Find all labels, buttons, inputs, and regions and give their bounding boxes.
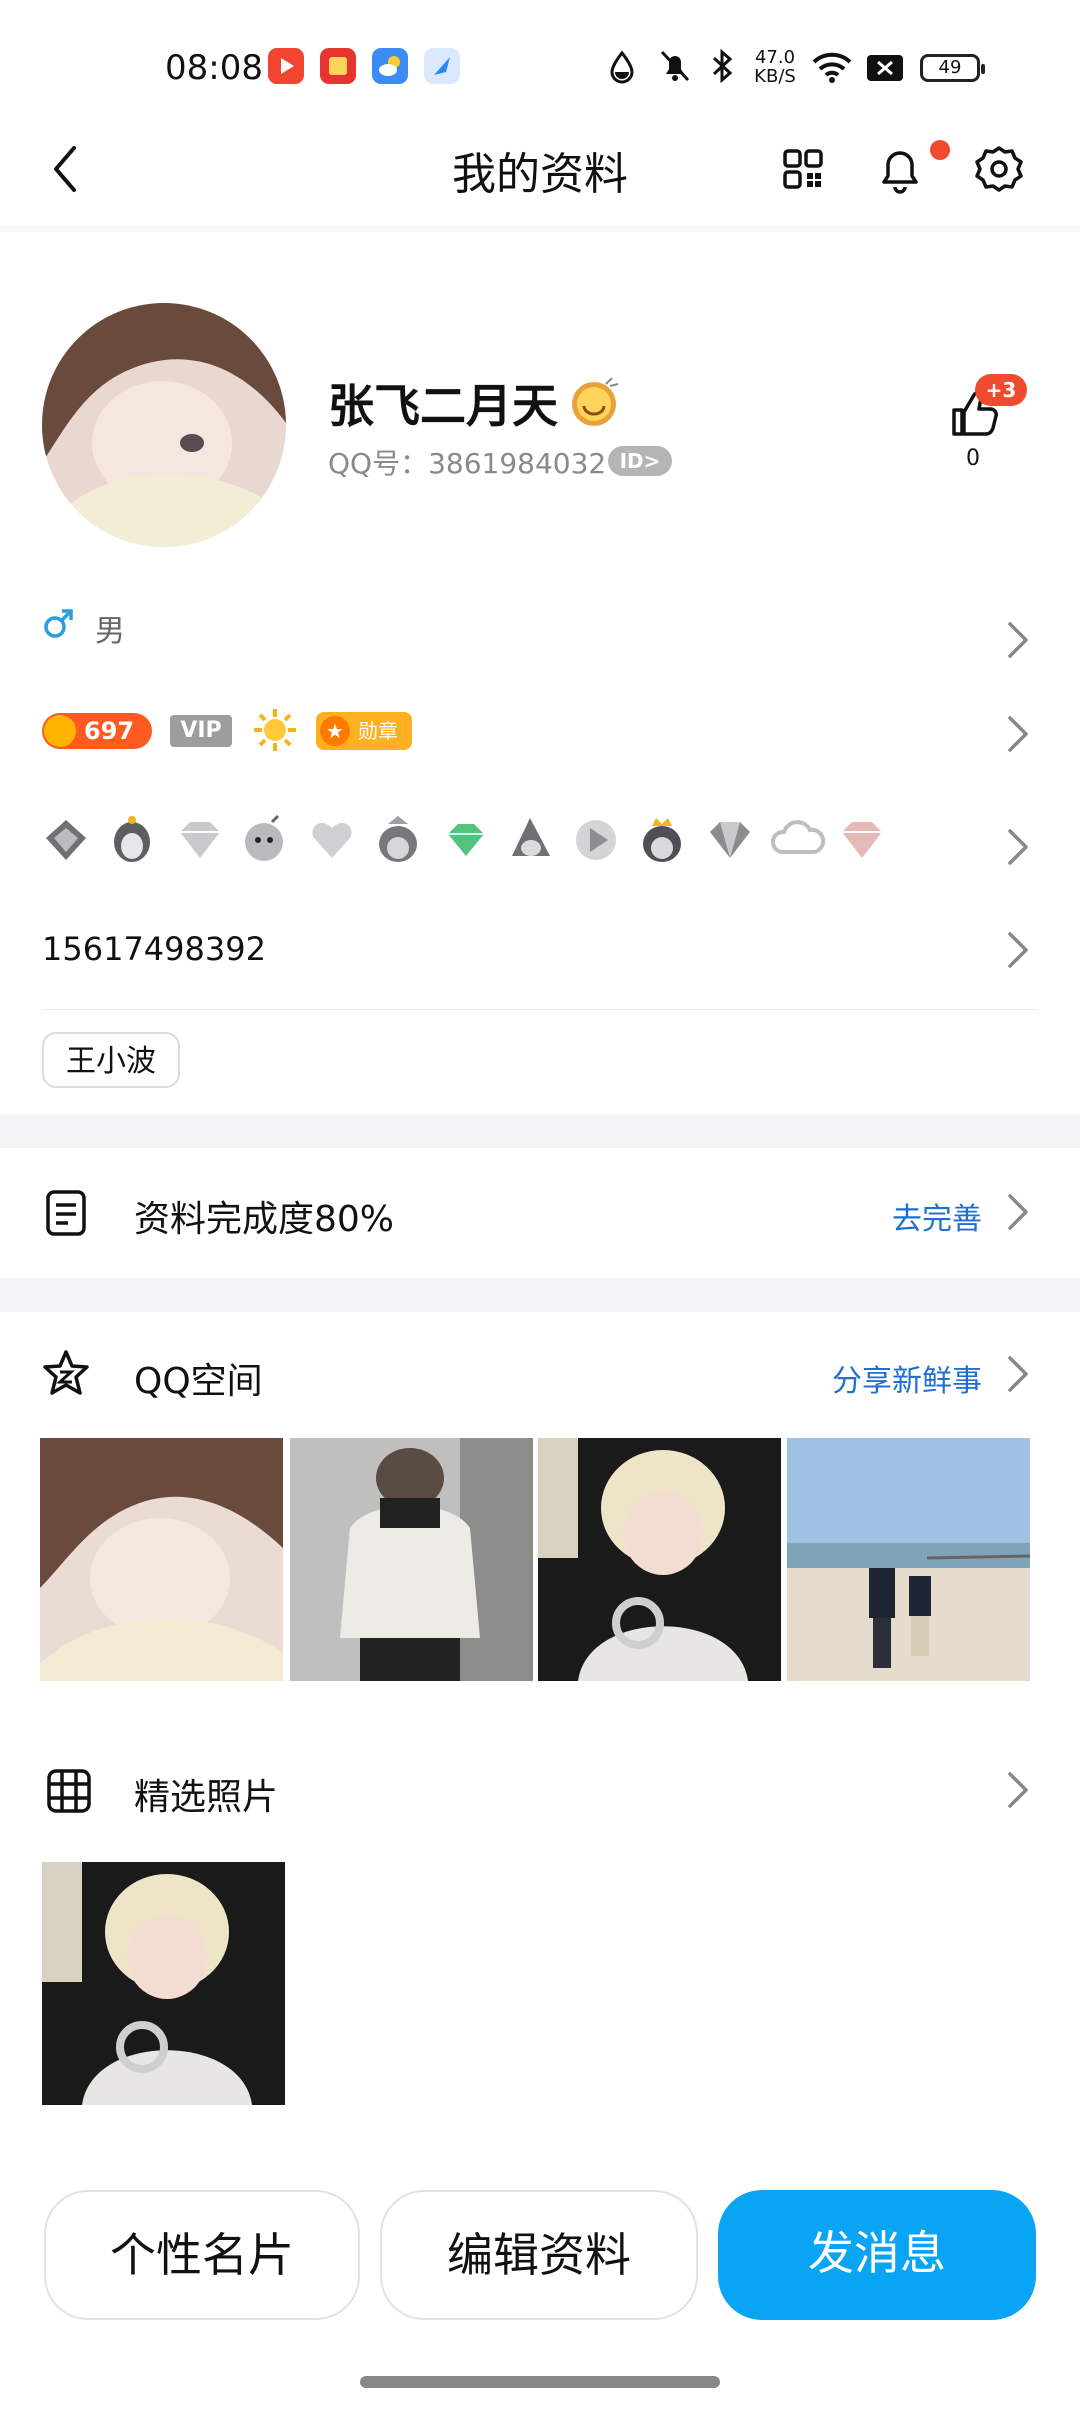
silver-heart-icon [312,822,352,858]
pink-diamond-icon [842,822,882,858]
phone-row-chevron-icon[interactable] [1002,928,1032,972]
featured-chevron-icon[interactable] [1002,1768,1032,1812]
cloud-icon [771,820,826,854]
gray-penguin-icon [512,818,550,856]
send-message-button[interactable]: 发消息 [718,2190,1036,2320]
weather-app-icon [372,48,408,84]
silver-diamond-icon [180,822,220,858]
collectible-icons-row[interactable] [42,812,922,868]
like-count: 0 [966,446,980,471]
sun-badge-icon[interactable] [252,707,298,753]
phone-number: 15617498392 [42,930,266,968]
qzone-photo-2[interactable] [290,1438,533,1681]
status-time: 08:08 [165,48,263,88]
edit-profile-button[interactable]: 编辑资料 [380,2190,698,2320]
battery-indicator: 49 [920,54,985,82]
qzone-chevron-icon[interactable] [1002,1352,1032,1396]
water-drop-icon [608,50,636,84]
bluetooth-icon [710,48,734,84]
featured-photo-1[interactable] [42,1862,285,2105]
level-value: 697 [84,717,135,745]
qzone-label: QQ空间 [134,1361,263,1402]
notification-dot [930,140,950,160]
dark-diamond-icon [710,822,750,858]
red-packet-app-icon [320,48,356,84]
medal-badge[interactable]: ★ 勋章 [316,712,412,750]
profile-tag-chip[interactable]: 王小波 [42,1032,180,1088]
featured-photos-label: 精选照片 [134,1777,279,1818]
no-sim-icon [866,54,904,82]
medal-label: 勋章 [358,719,398,743]
qq-number: QQ号：3861984032 [328,447,607,480]
badges-row-chevron-icon[interactable] [1002,712,1032,756]
notification-bell-icon[interactable] [878,144,922,194]
gender-label: 男 [95,614,125,649]
network-speed-value: 47.0 [754,47,796,68]
avatar[interactable] [42,303,286,547]
complete-profile-link[interactable]: 去完善 [820,1194,982,1238]
crown-penguin-icon [379,816,417,862]
qzone-photo-4[interactable] [787,1438,1030,1681]
nickname: 张飞二月天 [328,379,558,433]
king-penguin-icon [643,818,681,862]
home-indicator[interactable] [360,2376,720,2388]
profile-card-button[interactable]: 个性名片 [44,2190,360,2320]
male-gender-icon [42,606,76,640]
qzone-photo-1[interactable] [40,1438,283,1681]
profile-divider [42,1009,1038,1010]
level-badge[interactable]: 697 [42,713,152,749]
vip-badge[interactable]: VIP [170,715,232,747]
settings-gear-icon[interactable] [974,144,1024,194]
network-speed: 47.0 KB/S [750,48,800,86]
profile-completion-label: 资料完成度80% [134,1199,395,1240]
document-icon [44,1188,88,1238]
grid-icon [46,1768,92,1814]
bomb-penguin-icon [245,814,283,861]
green-diamond-icon [448,824,484,856]
qzone-photo-3[interactable] [538,1438,781,1681]
qr-code-icon[interactable] [782,148,824,190]
video-app-icon [268,48,304,84]
qzone-star-icon [40,1348,92,1400]
share-news-link[interactable]: 分享新鲜事 [760,1356,982,1400]
network-speed-unit: KB/S [754,66,796,87]
penguin-icon [114,816,150,862]
collectibles-row-chevron-icon[interactable] [1002,825,1032,869]
qq-id-badge[interactable]: ID> [608,446,672,476]
feather-app-icon [424,48,460,84]
level-coin-icon [44,715,76,747]
header-separator [0,226,1080,232]
medal-star-icon: ★ [320,716,350,746]
emoji-status-icon [566,376,622,428]
section-gap-2 [0,1278,1080,1312]
completion-chevron-icon[interactable] [1002,1190,1032,1234]
mute-bell-icon [658,48,692,84]
section-gap [0,1114,1080,1148]
play-badge-icon [576,820,616,860]
diamond-penguin-icon [46,820,86,860]
wifi-icon [810,50,854,84]
gender-row-chevron-icon[interactable] [1002,618,1032,662]
like-plus-badge: +3 [975,374,1027,406]
